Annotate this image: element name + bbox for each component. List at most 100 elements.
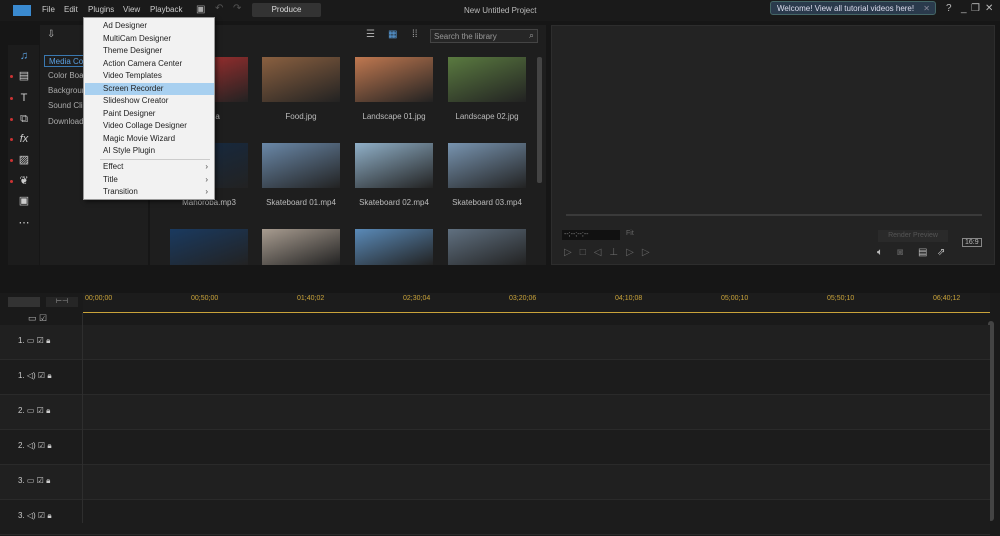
video-track[interactable] bbox=[0, 395, 990, 430]
media-thumbnail[interactable] bbox=[262, 229, 340, 265]
particle-room-icon[interactable]: ❦ bbox=[10, 175, 31, 187]
track-number: 3. bbox=[18, 511, 25, 520]
search-icon[interactable]: ⌕ bbox=[529, 30, 534, 41]
fit-dropdown[interactable]: Fit bbox=[626, 230, 671, 240]
plugins-submenu-item[interactable]: Transition › bbox=[85, 186, 214, 198]
plugins-menu-item[interactable]: Slideshow Creator bbox=[85, 95, 214, 107]
media-thumbnail[interactable] bbox=[262, 57, 340, 102]
track-header: 2. ◁) ☑ 🔒︎ bbox=[18, 441, 52, 451]
template-room-icon[interactable]: ▤ bbox=[10, 70, 31, 82]
timeline-view-button[interactable] bbox=[8, 297, 40, 307]
preview-panel: --;--;--;-- Fit Render Preview ▷□◁⊥▷▷ 🔈︎… bbox=[551, 25, 995, 265]
submenu-label: Title bbox=[103, 174, 118, 184]
menu-playback[interactable]: Playback bbox=[150, 5, 182, 14]
video-track[interactable] bbox=[0, 465, 990, 500]
submenu-label: Transition bbox=[103, 187, 138, 196]
track-number: 2. bbox=[18, 441, 25, 450]
ruler-tick-label: 03;20;06 bbox=[509, 295, 537, 302]
media-thumbnail[interactable] bbox=[448, 57, 526, 102]
video-track[interactable] bbox=[0, 325, 990, 360]
track-icons[interactable]: ▭ ☑ 🔒︎ bbox=[25, 476, 50, 485]
track-icons[interactable]: ▭ ☑ 🔒︎ bbox=[25, 336, 50, 345]
plugins-menu-item[interactable]: Paint Designer bbox=[85, 108, 214, 120]
media-thumbnail[interactable] bbox=[170, 229, 248, 265]
preview-scrubber[interactable] bbox=[566, 214, 982, 216]
menu-file[interactable]: File bbox=[42, 5, 55, 14]
sub-item-downloads[interactable]: Downloads bbox=[48, 117, 88, 126]
media-caption: Food.jpg bbox=[285, 112, 317, 121]
plugins-menu: Ad Designer MultiCam Designer Theme Design… bbox=[83, 17, 215, 200]
plugins-menu-item[interactable]: Magic Movie Wizard bbox=[85, 133, 214, 145]
grid-view-icon[interactable]: ▦ bbox=[388, 29, 397, 40]
aspect-ratio-button[interactable]: 16:9 bbox=[962, 238, 982, 247]
audio-track[interactable] bbox=[0, 360, 990, 395]
list-view-icon[interactable]: ☰ bbox=[366, 29, 375, 40]
subtitle-room-icon[interactable]: ▣ bbox=[17, 195, 31, 207]
track-number: 2. bbox=[18, 406, 25, 415]
library-search-input[interactable]: Search the library ⌕ bbox=[430, 29, 538, 43]
plugins-menu-item[interactable]: AI Style Plugin bbox=[85, 145, 214, 157]
track-header: 3. ▭ ☑ 🔒︎ bbox=[18, 476, 50, 486]
media-thumbnail[interactable] bbox=[355, 143, 433, 188]
plugins-menu-item[interactable]: Ad Designer bbox=[85, 20, 214, 32]
close-icon[interactable]: ✕ bbox=[923, 4, 930, 13]
menu-view[interactable]: View bbox=[123, 5, 140, 14]
close-window-icon[interactable]: ✕ bbox=[985, 3, 993, 14]
media-caption: Skateboard 03.mp4 bbox=[452, 198, 522, 207]
timecode[interactable]: --;--;--;-- bbox=[562, 230, 620, 240]
media-thumbnail[interactable] bbox=[448, 229, 526, 265]
media-thumbnail[interactable] bbox=[355, 57, 433, 102]
track-icons[interactable]: ▭ ☑ 🔒︎ bbox=[25, 406, 50, 415]
track-header-controls[interactable]: ▭ ☑ bbox=[28, 313, 47, 324]
transition-room-icon[interactable]: ⧉ bbox=[10, 113, 31, 125]
library-scrollbar[interactable] bbox=[537, 57, 542, 183]
media-thumbnail[interactable] bbox=[262, 143, 340, 188]
fit-timeline-button[interactable]: ⊢⊣ bbox=[46, 297, 78, 307]
volume-icon[interactable]: 🔈︎ bbox=[877, 247, 883, 258]
snapshot-icon[interactable]: ◙ bbox=[897, 247, 903, 258]
plugins-menu-item[interactable]: Screen Recorder bbox=[85, 82, 214, 95]
audio-track[interactable] bbox=[0, 500, 990, 535]
track-header-divider bbox=[82, 313, 83, 523]
track-icons[interactable]: ◁) ☑ 🔒︎ bbox=[25, 441, 52, 450]
redo-icon[interactable]: ↷ bbox=[233, 3, 241, 14]
plugins-menu-item[interactable]: Theme Designer bbox=[85, 45, 214, 57]
welcome-tooltip[interactable]: Welcome! View all tutorial videos here! ✕ bbox=[770, 1, 936, 15]
media-thumbnail[interactable] bbox=[355, 229, 433, 265]
plugins-menu-item[interactable]: MultiCam Designer bbox=[85, 33, 214, 45]
minimize-icon[interactable]: _ bbox=[961, 3, 967, 14]
media-thumbnail[interactable] bbox=[448, 143, 526, 188]
thumbnail-size-icon[interactable]: ⁞⁞ bbox=[412, 29, 418, 40]
track-number: 1. bbox=[18, 371, 25, 380]
produce-button[interactable]: Produce bbox=[252, 3, 321, 17]
plugins-menu-item[interactable]: Video Templates bbox=[85, 70, 214, 82]
pip-room-icon[interactable]: ▨ bbox=[10, 154, 31, 166]
playback-controls[interactable]: ▷□◁⊥▷▷ bbox=[564, 247, 658, 258]
menu-plugins[interactable]: Plugins bbox=[88, 5, 114, 14]
welcome-text: Welcome! View all tutorial videos here! bbox=[777, 4, 915, 13]
help-icon[interactable]: ? bbox=[946, 3, 952, 14]
subtitle-icon[interactable]: ▤ bbox=[918, 247, 927, 258]
fx-room-icon[interactable]: fx bbox=[10, 133, 31, 145]
track-icons[interactable]: ◁) ☑ 🔒︎ bbox=[25, 511, 52, 520]
audio-track[interactable] bbox=[0, 430, 990, 465]
restore-icon[interactable]: ❐ bbox=[971, 3, 980, 14]
plugins-submenu-item[interactable]: Effect › bbox=[85, 161, 214, 173]
media-room-icon[interactable]: ♫ bbox=[17, 50, 31, 62]
ruler-tick-label: 04;10;08 bbox=[615, 295, 643, 302]
plugins-menu-item[interactable]: Action Camera Center bbox=[85, 58, 214, 70]
track-icons[interactable]: ◁) ☑ 🔒︎ bbox=[25, 371, 52, 380]
save-icon[interactable]: ▣ bbox=[196, 4, 205, 15]
track-number: 1. bbox=[18, 336, 25, 345]
undo-icon[interactable]: ↶ bbox=[215, 3, 223, 14]
render-preview-button[interactable]: Render Preview bbox=[878, 230, 948, 242]
timeline-ruler[interactable]: 00;00;00 00;50;00 01;40;02 02;30;04 03;20;06… bbox=[83, 293, 990, 313]
more-icon[interactable]: ⋯ bbox=[17, 217, 31, 229]
undock-icon[interactable]: ⇗ bbox=[937, 247, 945, 258]
plugins-submenu-item[interactable]: Title › bbox=[85, 174, 214, 186]
import-icon[interactable]: ⇩ bbox=[47, 29, 55, 40]
title-room-icon[interactable]: T bbox=[10, 92, 31, 104]
menu-edit[interactable]: Edit bbox=[64, 5, 78, 14]
app-logo bbox=[13, 5, 31, 16]
plugins-menu-item[interactable]: Video Collage Designer bbox=[85, 120, 214, 132]
